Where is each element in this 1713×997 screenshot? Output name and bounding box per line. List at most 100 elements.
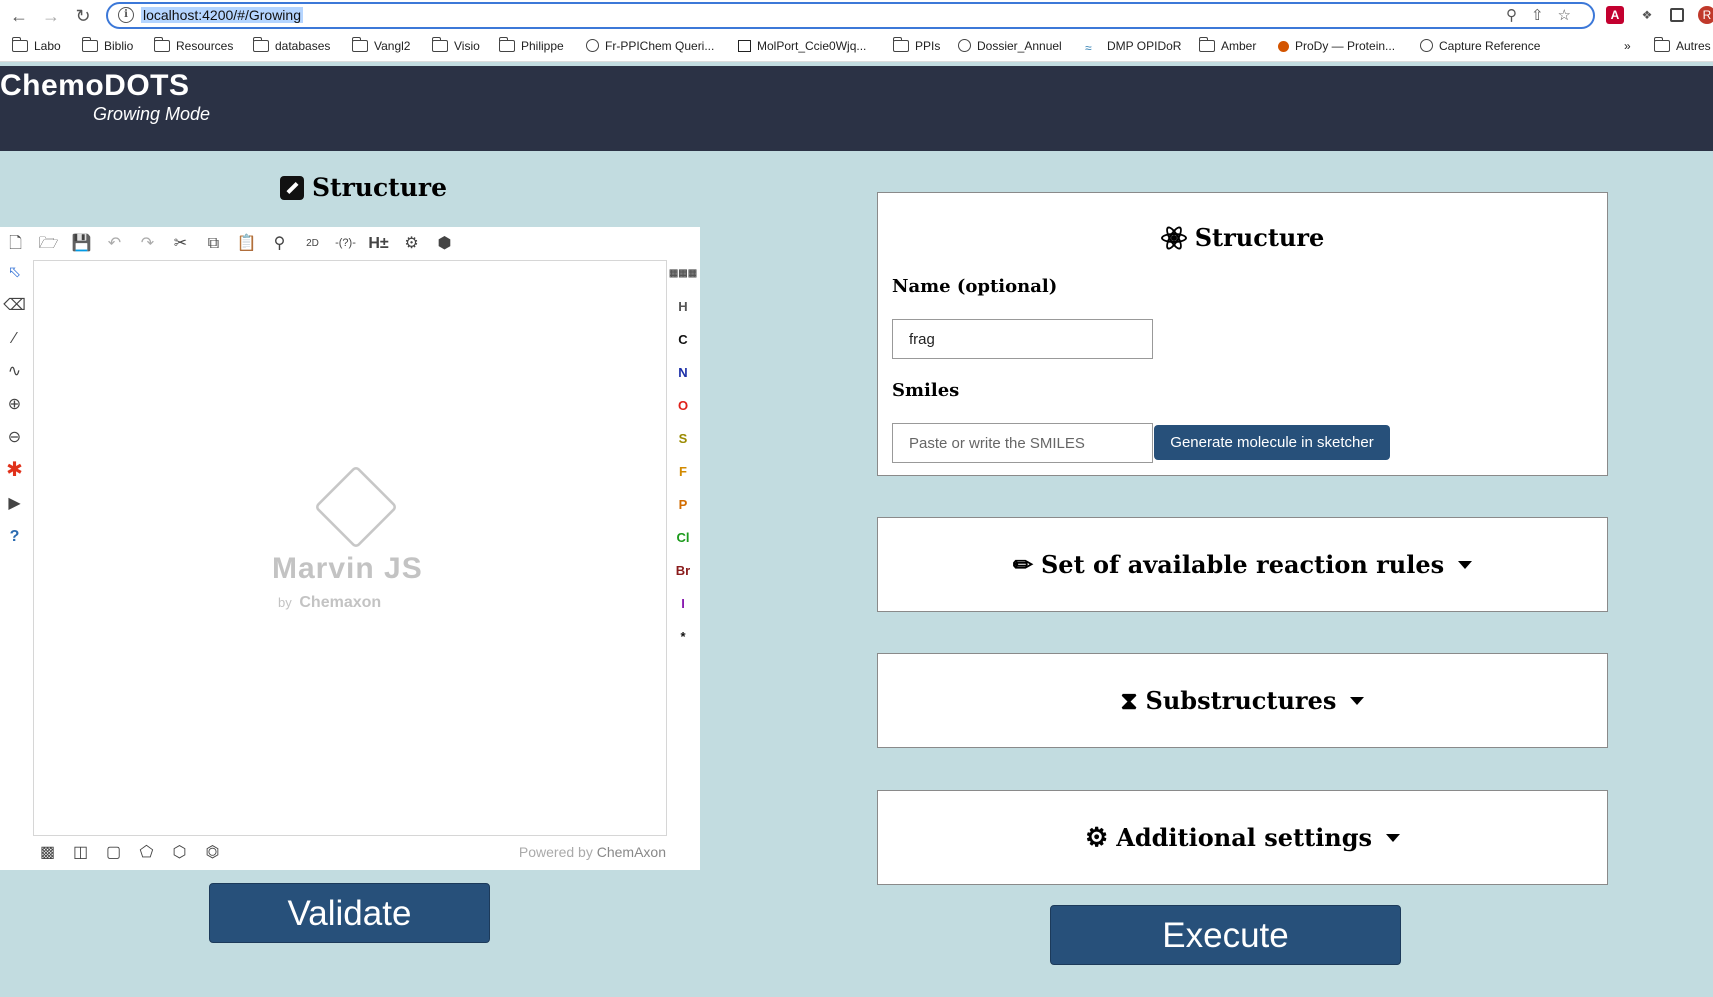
paste-icon[interactable]: 📋 — [235, 232, 258, 255]
url-text[interactable]: localhost:4200/#/Growing — [141, 7, 303, 23]
share-icon[interactable]: ⇧ — [1531, 7, 1558, 24]
bookmarks-overflow[interactable]: » — [1624, 39, 1631, 53]
bookmark-dmp-opidor[interactable]: ≈ DMP OPIDoR — [1085, 39, 1181, 55]
aromatize-icon[interactable]: -(?)- — [334, 232, 357, 255]
bookmark-dossier-annuel[interactable]: Dossier_Annuel — [958, 39, 1062, 53]
sketcher-heading: Structure — [280, 173, 447, 202]
sketcher-left-toolbar: ⬁ ⌫ ∕ ∿ ⊕ ⊖ ✱ ▶ ? — [3, 261, 29, 558]
back-icon[interactable]: ← — [6, 3, 32, 29]
prody-icon — [1278, 41, 1289, 52]
new-document-icon[interactable]: 🗋 — [4, 232, 27, 255]
atom-p[interactable]: P — [668, 488, 698, 521]
atom-s[interactable]: S — [668, 422, 698, 455]
decrease-charge-icon[interactable]: ⊖ — [3, 426, 26, 449]
site-info-icon[interactable]: i — [118, 7, 134, 23]
save-icon[interactable]: 💾 — [70, 232, 93, 255]
help-icon[interactable]: ? — [3, 525, 26, 548]
marvin-logo-text: Marvin JS — [272, 552, 423, 585]
edit-icon — [280, 175, 304, 200]
structure-panel-heading: Structure — [878, 223, 1607, 252]
generate-molecule-button[interactable]: Generate molecule in sketcher — [1154, 425, 1390, 460]
bookmark-visio[interactable]: Visio — [431, 37, 480, 53]
bookmark-prody[interactable]: ProDy — Protein... — [1278, 39, 1395, 53]
reaction-rules-panel[interactable]: ✏ Set of available reaction rules — [877, 517, 1608, 612]
reaction-rules-heading[interactable]: ✏ Set of available reaction rules — [878, 518, 1607, 611]
bookmark-ppis[interactable]: PPIs — [892, 37, 940, 53]
caret-down-icon — [1386, 833, 1401, 842]
substructures-heading[interactable]: ⧗ Substructures — [878, 654, 1607, 747]
select-icon[interactable]: ⬁ — [3, 261, 26, 284]
bookmark-labo[interactable]: Labo — [11, 37, 61, 53]
zoom-icon[interactable]: ⚲ — [1506, 7, 1531, 24]
address-bar[interactable]: i localhost:4200/#/Growing ⚲⇧☆ — [106, 2, 1595, 29]
chain-icon[interactable]: ∿ — [3, 360, 26, 383]
atom-any[interactable]: * — [668, 620, 698, 653]
name-label: Name (optional) — [892, 276, 1058, 297]
atom-br[interactable]: Br — [668, 554, 698, 587]
extensions-puzzle-icon[interactable]: ❖ — [1638, 6, 1656, 24]
marvin-logo-icon — [313, 464, 399, 550]
bond-icon[interactable]: ∕ — [3, 327, 26, 350]
profile-avatar-icon[interactable]: R — [1698, 6, 1713, 24]
bookmark-resources[interactable]: Resources — [153, 37, 233, 53]
bookmark-amber[interactable]: Amber — [1198, 37, 1256, 53]
zoom-icon[interactable]: ⚲ — [268, 232, 291, 255]
angular-extension-icon[interactable]: A — [1606, 6, 1624, 24]
periodic-table-icon[interactable]: ▦▦▦ — [668, 257, 698, 290]
cut-icon[interactable]: ✂ — [169, 232, 192, 255]
settings-gear-icon[interactable]: ⚙ — [400, 232, 423, 255]
execute-button[interactable]: Execute — [1050, 905, 1401, 965]
cyclohexane-icon[interactable]: ⬡ — [168, 841, 191, 864]
folder-icon — [11, 37, 28, 52]
template-icon[interactable]: ▩ — [36, 841, 59, 864]
address-bar-actions[interactable]: ⚲⇧☆ — [1506, 6, 1585, 24]
cyclobutane-icon[interactable]: ▢ — [102, 841, 125, 864]
additional-settings-heading[interactable]: ⚙ Additional settings — [878, 791, 1607, 884]
increase-charge-icon[interactable]: ⊕ — [3, 393, 26, 416]
bookmark-vangl2[interactable]: Vangl2 — [351, 37, 410, 53]
validate-button[interactable]: Validate — [209, 883, 490, 943]
side-panel-icon[interactable] — [1670, 8, 1684, 22]
info-icon[interactable]: ⬢ — [433, 232, 456, 255]
substructures-panel[interactable]: ⧗ Substructures — [877, 653, 1608, 748]
atom-f[interactable]: F — [668, 455, 698, 488]
bookmark-biblio[interactable]: Biblio — [81, 37, 133, 53]
bookmark-star-icon[interactable]: ☆ — [1558, 7, 1585, 24]
browser-toolbar: ← → ↻ i localhost:4200/#/Growing ⚲⇧☆ A ❖… — [0, 0, 1713, 32]
atom-cl[interactable]: Cl — [668, 521, 698, 554]
atom-n[interactable]: N — [668, 356, 698, 389]
undo-icon[interactable]: ↶ — [103, 232, 126, 255]
benzene-icon[interactable]: ⏣ — [201, 841, 224, 864]
atom-c[interactable]: C — [668, 323, 698, 356]
clean-2d-icon[interactable]: 2D — [301, 232, 324, 255]
bookmark-autres[interactable]: Autres — [1653, 37, 1711, 53]
play-icon[interactable]: ▶ — [3, 492, 26, 515]
copy-icon[interactable]: ⧉ — [202, 232, 225, 255]
smiles-input[interactable] — [892, 423, 1153, 463]
redo-icon[interactable]: ↷ — [136, 232, 159, 255]
forward-icon[interactable]: → — [38, 3, 64, 29]
bookmark-capture-reference[interactable]: Capture Reference — [1420, 39, 1540, 53]
marvin-logo-mark — [313, 464, 399, 550]
bookmark-philippe[interactable]: Philippe — [498, 37, 564, 53]
r-group-icon[interactable]: ✱ — [3, 459, 26, 482]
cyclopentane-icon[interactable]: ⬠ — [135, 841, 158, 864]
reload-icon[interactable]: ↻ — [70, 3, 96, 29]
atom-i[interactable]: I — [668, 587, 698, 620]
open-folder-icon[interactable]: 🗁 — [37, 232, 60, 255]
eraser-icon[interactable]: ⌫ — [3, 294, 26, 317]
bookmark-databases[interactable]: databases — [252, 37, 330, 53]
bookmark-frppichem[interactable]: Fr-PPIChem Queri... — [586, 39, 714, 53]
hourglass-icon: ⧗ — [1120, 686, 1138, 715]
sketcher-canvas[interactable] — [33, 260, 667, 836]
site-icon — [958, 39, 971, 52]
atom-icon — [1160, 223, 1187, 252]
template-n-icon[interactable]: ◫ — [69, 841, 92, 864]
bookmark-molport[interactable]: MolPort_Ccie0Wjq... — [738, 39, 866, 53]
add-hydrogens-icon[interactable]: H± — [367, 232, 390, 255]
name-input[interactable] — [892, 319, 1153, 359]
atom-h[interactable]: H — [668, 290, 698, 323]
atom-o[interactable]: O — [668, 389, 698, 422]
atom-palette: ▦▦▦ H C N O S F P Cl Br I * — [668, 257, 698, 653]
additional-settings-panel[interactable]: ⚙ Additional settings — [877, 790, 1608, 885]
